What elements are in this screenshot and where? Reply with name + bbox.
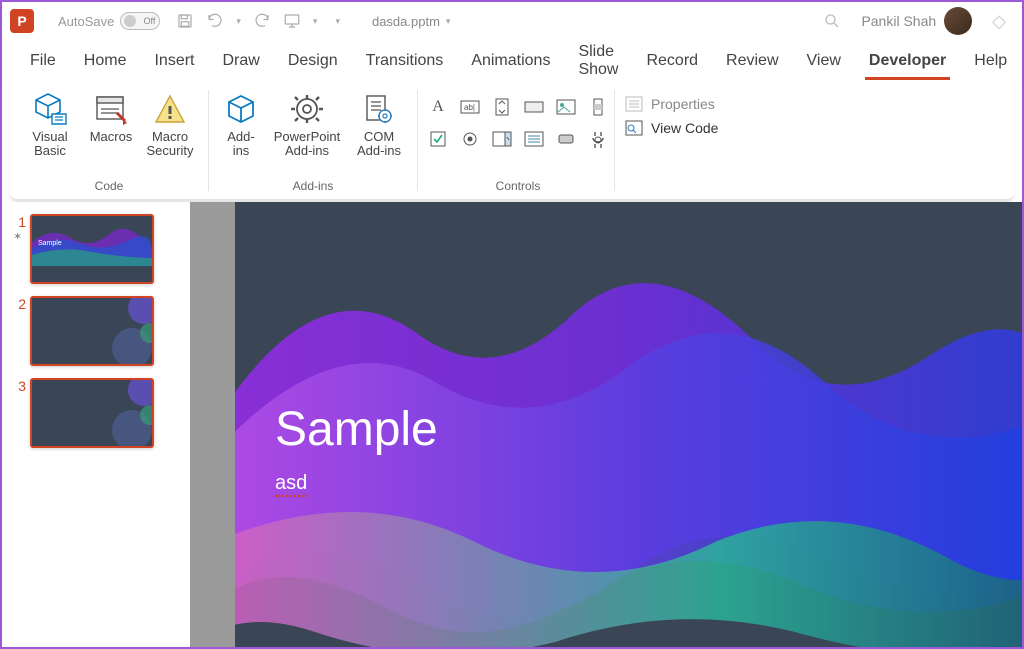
group-controls: A ab| Controls bbox=[418, 82, 618, 199]
thumbnail-title: Sample bbox=[38, 240, 62, 247]
tab-view[interactable]: View bbox=[793, 46, 855, 76]
thumbnail-2[interactable] bbox=[30, 296, 154, 366]
diamond-icon[interactable]: ◇ bbox=[992, 11, 1006, 32]
thumbnail-number: 1 bbox=[14, 214, 26, 230]
gear-icon bbox=[287, 92, 327, 126]
slide-title[interactable]: Sample bbox=[275, 402, 438, 457]
powerpoint-addins-label: PowerPoint Add-ins bbox=[274, 130, 340, 159]
group-code-label: Code bbox=[95, 179, 124, 195]
view-code-label: View Code bbox=[651, 120, 718, 136]
tab-slideshow[interactable]: Slide Show bbox=[564, 37, 632, 85]
autosave-toggle[interactable]: AutoSave Off bbox=[58, 12, 160, 30]
combobox-control-icon[interactable] bbox=[490, 127, 514, 151]
macros-button[interactable]: Macros bbox=[86, 88, 136, 163]
tab-design[interactable]: Design bbox=[274, 46, 352, 76]
tab-review[interactable]: Review bbox=[712, 46, 792, 76]
slide-canvas[interactable]: Sample asd bbox=[190, 202, 1022, 647]
com-addins-button[interactable]: COM Add-ins bbox=[351, 88, 407, 163]
tab-animations[interactable]: Animations bbox=[457, 46, 564, 76]
com-addins-icon bbox=[359, 92, 399, 126]
option-button-icon[interactable] bbox=[458, 127, 482, 151]
tab-draw[interactable]: Draw bbox=[208, 46, 273, 76]
macros-label: Macros bbox=[90, 130, 133, 144]
textbox-control-icon[interactable]: ab| bbox=[458, 95, 482, 119]
tab-help[interactable]: Help bbox=[960, 46, 1021, 76]
quick-access-toolbar: ▾ ▾ ▾ bbox=[176, 12, 340, 30]
autosave-label: AutoSave bbox=[58, 14, 114, 29]
group-controls-label: Controls bbox=[496, 179, 541, 195]
scrollbar-control-icon[interactable] bbox=[586, 95, 610, 119]
visual-basic-label: Visual Basic bbox=[32, 130, 67, 159]
view-code-icon bbox=[625, 120, 643, 136]
thumbnail-3[interactable] bbox=[30, 378, 154, 448]
tab-file[interactable]: File bbox=[16, 46, 70, 76]
username-label[interactable]: Pankil Shah bbox=[861, 13, 936, 29]
slideshow-start-icon[interactable] bbox=[283, 12, 301, 30]
slide[interactable]: Sample asd bbox=[235, 202, 1022, 647]
addins-icon bbox=[221, 92, 261, 126]
ribbon-content: Visual Basic Macros Macro Security Code … bbox=[10, 82, 1014, 202]
macro-security-button[interactable]: Macro Security bbox=[142, 88, 198, 163]
properties-label: Properties bbox=[651, 96, 715, 112]
visual-basic-button[interactable]: Visual Basic bbox=[20, 88, 80, 163]
app-logo: P bbox=[10, 9, 34, 33]
spin-control-icon[interactable] bbox=[490, 95, 514, 119]
animation-star-icon: ✶ bbox=[13, 230, 26, 243]
checkbox-control-icon[interactable] bbox=[426, 127, 450, 151]
macro-security-label: Macro Security bbox=[147, 130, 194, 159]
properties-button: Properties bbox=[625, 96, 718, 112]
thumbnail-row-3[interactable]: 3 bbox=[2, 374, 190, 456]
macro-security-icon bbox=[150, 92, 190, 126]
ribbon-tabs: File Home Insert Draw Design Transitions… bbox=[2, 40, 1022, 82]
qat-customize-icon[interactable]: ▾ bbox=[335, 16, 340, 27]
group-code: Visual Basic Macros Macro Security Code bbox=[10, 82, 208, 199]
macros-icon bbox=[91, 92, 131, 126]
more-controls-icon[interactable] bbox=[586, 127, 610, 151]
addins-label: Add- ins bbox=[227, 130, 254, 159]
filename-dropdown-icon[interactable]: ▾ bbox=[446, 16, 451, 27]
save-icon[interactable] bbox=[176, 12, 194, 30]
visual-basic-icon bbox=[30, 92, 70, 126]
tab-home[interactable]: Home bbox=[70, 46, 141, 76]
toggle-button-icon[interactable] bbox=[554, 127, 578, 151]
svg-text:ab|: ab| bbox=[464, 103, 475, 112]
thumbnail-row-2[interactable]: 2 bbox=[2, 292, 190, 374]
undo-dropdown-icon[interactable]: ▾ bbox=[236, 16, 241, 27]
addins-button[interactable]: Add- ins bbox=[219, 88, 263, 163]
main-area: 1 ✶ Sample 2 3 bbox=[2, 202, 1022, 647]
command-button-icon[interactable] bbox=[522, 95, 546, 119]
label-control-icon[interactable]: A bbox=[426, 95, 450, 119]
thumbnail-row-1[interactable]: 1 ✶ Sample bbox=[2, 210, 190, 292]
toggle-switch[interactable]: Off bbox=[120, 12, 160, 30]
properties-icon bbox=[625, 96, 643, 112]
listbox-control-icon[interactable] bbox=[522, 127, 546, 151]
com-addins-label: COM Add-ins bbox=[357, 130, 401, 159]
controls-grid: A ab| bbox=[425, 88, 611, 152]
tab-developer[interactable]: Developer bbox=[855, 46, 960, 76]
undo-icon[interactable] bbox=[206, 12, 224, 30]
powerpoint-addins-button[interactable]: PowerPoint Add-ins bbox=[269, 88, 345, 163]
group-properties: Properties View Code bbox=[615, 82, 755, 199]
tab-insert[interactable]: Insert bbox=[140, 46, 208, 76]
slideshow-dropdown-icon[interactable]: ▾ bbox=[313, 16, 318, 27]
thumbnail-panel: 1 ✶ Sample 2 3 bbox=[2, 202, 190, 647]
tab-transitions[interactable]: Transitions bbox=[352, 46, 458, 76]
search-icon[interactable] bbox=[823, 12, 841, 30]
slide-subtitle[interactable]: asd bbox=[275, 472, 307, 497]
thumbnail-number: 3 bbox=[14, 378, 26, 394]
thumbnail-number: 2 bbox=[14, 296, 26, 312]
redo-icon[interactable] bbox=[253, 12, 271, 30]
thumbnail-1[interactable]: Sample bbox=[30, 214, 154, 284]
view-code-button[interactable]: View Code bbox=[625, 120, 718, 136]
titlebar: P AutoSave Off ▾ ▾ ▾ dasda.pptm ▾ Pankil… bbox=[2, 2, 1022, 40]
filename-label[interactable]: dasda.pptm bbox=[372, 14, 440, 29]
group-addins: Add- ins PowerPoint Add-ins COM Add-ins … bbox=[209, 82, 417, 199]
image-control-icon[interactable] bbox=[554, 95, 578, 119]
tab-record[interactable]: Record bbox=[632, 46, 712, 76]
group-addins-label: Add-ins bbox=[293, 179, 334, 195]
avatar[interactable] bbox=[944, 7, 972, 35]
